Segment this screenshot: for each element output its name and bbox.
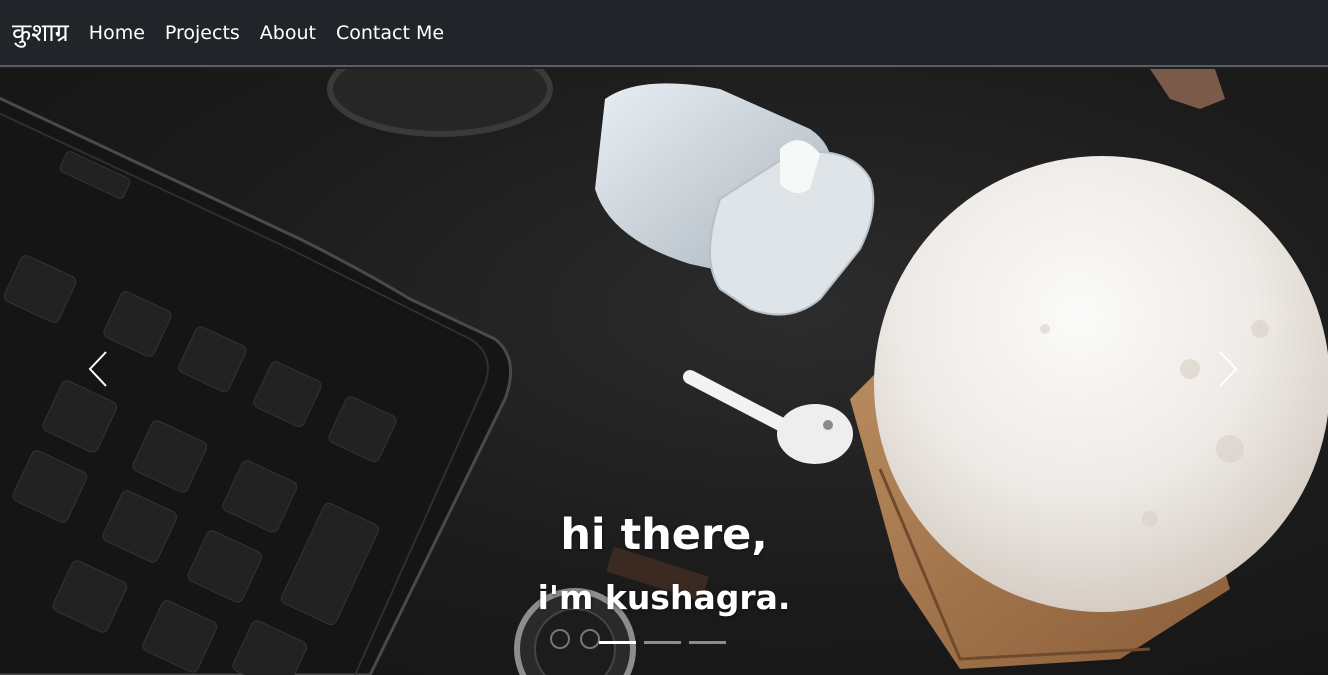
carousel-indicator-3[interactable]	[689, 641, 726, 644]
nav-link-contact-me[interactable]: Contact Me	[336, 22, 444, 44]
chevron-right-icon	[1219, 351, 1238, 387]
carousel-caption-subtitle: i'm kushagra.	[537, 578, 791, 617]
carousel-indicator-1[interactable]	[599, 641, 636, 644]
carousel-caption-title: hi there,	[560, 510, 768, 560]
brand-logo[interactable]: कुशाग्र	[12, 20, 69, 45]
nav-link-home[interactable]: Home	[89, 22, 145, 44]
carousel-indicator-2[interactable]	[644, 641, 681, 644]
nav-link-projects[interactable]: Projects	[165, 22, 240, 44]
carousel-indicators	[599, 641, 726, 644]
carousel-prev-button[interactable]	[78, 339, 118, 399]
carousel-next-button[interactable]	[1208, 339, 1248, 399]
chevron-left-icon	[88, 351, 107, 387]
hero-carousel: hi there, i'm kushagra.	[0, 69, 1328, 675]
nav-link-about[interactable]: About	[260, 22, 316, 44]
nav-links: Home Projects About Contact Me	[89, 22, 464, 44]
navbar: कुशाग्र Home Projects About Contact Me	[0, 0, 1328, 67]
